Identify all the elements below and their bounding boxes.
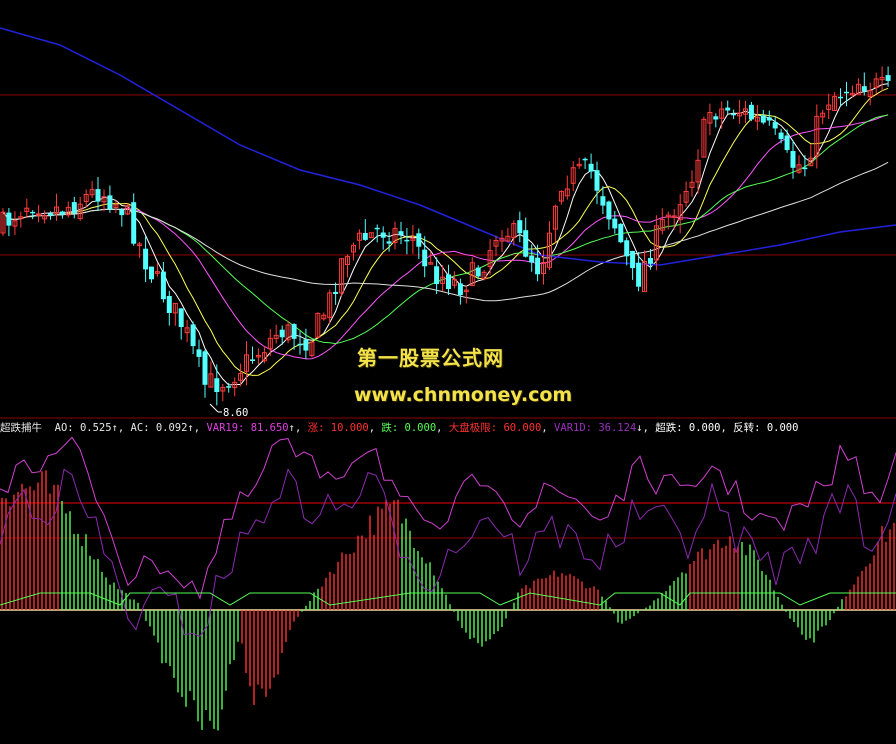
indicator-name[interactable]: 超跌捕牛 (0, 422, 42, 434)
candle-body (766, 117, 772, 121)
candle-body (748, 104, 754, 120)
chaodie-value: 0.000 (688, 422, 721, 434)
candle-body (600, 196, 606, 206)
ao-label: AO: (54, 422, 74, 434)
dapan-label: 大盘极限: (448, 422, 498, 434)
candle-body (279, 329, 285, 338)
candle-body (713, 116, 719, 120)
candle-body (95, 189, 101, 202)
var1d-label: VAR1D: (554, 422, 592, 434)
candle-body (48, 213, 53, 216)
candle-body (612, 218, 618, 229)
candle-body (422, 249, 428, 267)
watermark-title: 第一股票公式网 (357, 346, 504, 370)
candle-body (398, 231, 404, 236)
var1d-line (0, 468, 896, 637)
candle-body (362, 233, 368, 240)
candle-body (250, 359, 255, 361)
candle-body (166, 296, 172, 313)
candle-body (131, 202, 137, 244)
candle-body (446, 274, 451, 289)
ac-value: 0.092 (155, 422, 188, 434)
candle-body (30, 211, 36, 214)
candle-body (434, 266, 440, 285)
candle-body (202, 351, 208, 385)
die-label: 跌: (381, 422, 399, 434)
zhang-label: 涨: (307, 422, 325, 434)
candle-body (190, 324, 196, 347)
chaodie-label: 超跌: (655, 422, 683, 434)
candle-body (648, 258, 653, 264)
fanzhuan-value: 0.000 (766, 422, 799, 434)
oscillator-bars (1, 470, 895, 731)
candle-body (606, 201, 612, 220)
candle-body (636, 262, 642, 287)
candle-body (624, 240, 630, 257)
candle-body (475, 267, 481, 277)
candle-body (861, 86, 867, 92)
candle-body (119, 209, 125, 216)
candle-body (149, 266, 154, 280)
candle-body (196, 349, 202, 357)
candle-body (457, 283, 463, 296)
candle-body (333, 291, 339, 294)
candle-body (303, 339, 309, 351)
candle-body (582, 158, 588, 161)
zhang-value: 10.000 (330, 422, 369, 434)
candle-body (618, 223, 624, 243)
candle-body (725, 107, 731, 111)
fanzhuan-label: 反转: (733, 422, 761, 434)
candle-body (59, 211, 65, 215)
stock-chart[interactable]: 8.60 (0, 0, 896, 744)
ac-label: AC: (130, 422, 150, 434)
candle-body (535, 257, 541, 275)
candle-body (71, 202, 77, 214)
candle-body (594, 170, 600, 191)
indicator-bar: 超跌捕牛 AO: 0.525↑, AC: 0.092↑, VAR19: 81.6… (0, 422, 799, 434)
candle-body (844, 91, 849, 94)
candle-body (380, 232, 386, 238)
var19-value: 81.650 (250, 422, 289, 434)
candle-body (143, 248, 149, 270)
candle-body (517, 220, 523, 234)
candle-body (523, 230, 529, 257)
dapan-value: 60.000 (503, 422, 542, 434)
candle-body (416, 233, 422, 247)
candle-body (6, 212, 12, 226)
ao-value: 0.525 (79, 422, 112, 434)
candle-body (784, 135, 790, 150)
candle-body (404, 239, 410, 242)
candle-body (790, 151, 796, 168)
candle-body (885, 75, 891, 81)
low-price-label: 8.60 (223, 407, 248, 419)
candle-body (178, 308, 184, 327)
candle-body (214, 378, 220, 392)
candle-body (760, 115, 766, 123)
candle-body (802, 167, 808, 170)
var1d-value: 36.124 (598, 422, 637, 434)
candle-body (772, 122, 778, 129)
candle-body (529, 255, 535, 263)
candle-body (107, 195, 113, 210)
candle-body (374, 227, 380, 230)
candle-body (630, 250, 636, 269)
candle-body (386, 241, 392, 244)
var19-label: VAR19: (206, 422, 245, 434)
candle-body (291, 324, 297, 339)
candle-body (778, 132, 784, 140)
die-value: 0.000 (404, 422, 437, 434)
watermark-url: www.chnmoney.com (354, 384, 573, 406)
candle-body (160, 271, 166, 300)
candle-body (226, 386, 232, 388)
candle-body (731, 113, 737, 116)
low-price-marker: 8.60 (209, 403, 248, 419)
candle-body (838, 96, 843, 99)
candle-body (588, 163, 594, 172)
candle-body (297, 343, 303, 346)
